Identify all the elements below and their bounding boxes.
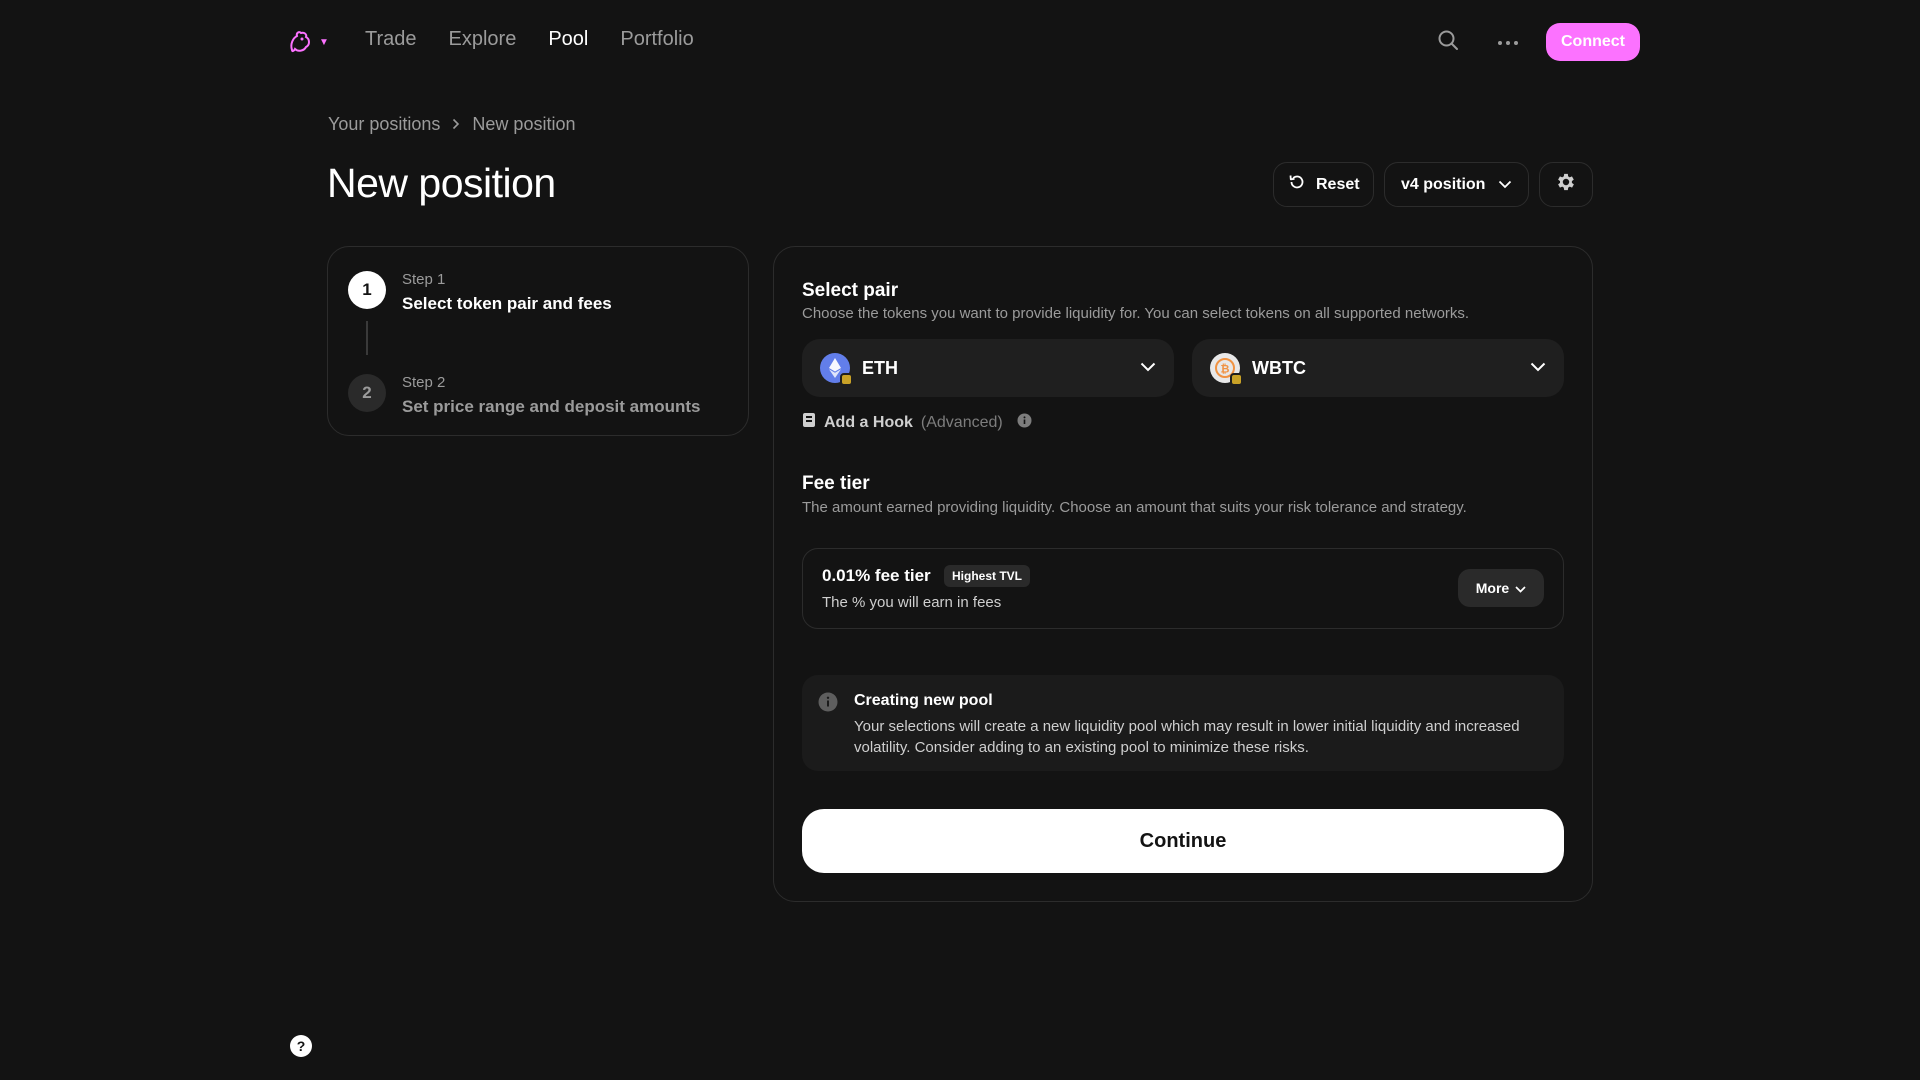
- wbtc-token-icon: ₿: [1210, 353, 1243, 386]
- step-connector: [366, 321, 368, 355]
- step-title: Select token pair and fees: [402, 294, 612, 313]
- chevron-down-icon: [1498, 176, 1512, 194]
- logo-menu[interactable]: ▼: [287, 30, 329, 54]
- position-version-dropdown[interactable]: v4 position: [1384, 162, 1529, 207]
- chevron-right-icon: [452, 114, 460, 135]
- hook-icon: [802, 412, 816, 433]
- settings-button[interactable]: [1539, 162, 1593, 207]
- nav-link-explore[interactable]: Explore: [449, 28, 517, 51]
- more-dots-icon: [1497, 33, 1519, 51]
- reset-icon: [1288, 173, 1306, 196]
- more-button[interactable]: [1492, 26, 1524, 58]
- step-label: Step 2: [402, 374, 446, 391]
- add-hook-advanced: (Advanced): [920, 413, 1003, 431]
- nav-link-trade[interactable]: Trade: [365, 28, 417, 51]
- network-badge-icon: [1230, 373, 1243, 386]
- steps-card: 1 Step 1 Select token pair and fees 2 St…: [327, 246, 749, 436]
- token-a-select[interactable]: ETH: [802, 339, 1174, 397]
- nav-link-portfolio[interactable]: Portfolio: [620, 28, 693, 51]
- token-b-symbol: WBTC: [1252, 357, 1306, 378]
- search-button[interactable]: [1432, 26, 1464, 58]
- position-version-label: v4 position: [1401, 175, 1486, 193]
- notice-title: Creating new pool: [854, 692, 993, 709]
- step-label: Step 1: [402, 271, 446, 288]
- info-icon[interactable]: [1017, 413, 1032, 433]
- help-button[interactable]: ?: [290, 1035, 312, 1057]
- top-nav: ▼ Trade Explore Pool Portfolio Connect: [0, 0, 1920, 84]
- search-icon: [1437, 29, 1459, 56]
- more-label: More: [1475, 580, 1510, 596]
- select-pair-title: Select pair: [802, 280, 899, 301]
- creating-new-pool-notice: Creating new pool Your selections will c…: [802, 675, 1564, 771]
- breadcrumb-your-positions[interactable]: Your positions: [328, 114, 440, 135]
- reset-button[interactable]: Reset: [1273, 162, 1374, 207]
- gear-icon: [1555, 171, 1577, 198]
- svg-text:₿: ₿: [1221, 363, 1230, 376]
- fee-tier-description: The amount earned providing liquidity. C…: [802, 499, 1467, 516]
- highest-tvl-badge: Highest TVL: [944, 565, 1031, 587]
- add-hook-label: Add a Hook: [824, 413, 913, 431]
- chevron-down-icon: [1530, 359, 1546, 377]
- step-title: Set price range and deposit amounts: [402, 397, 701, 416]
- fee-tier-more-button[interactable]: More: [1458, 569, 1544, 607]
- step-1: 1 Step 1 Select token pair and fees: [348, 271, 612, 314]
- header-actions: Reset v4 position: [1273, 162, 1593, 207]
- reset-label: Reset: [1316, 175, 1360, 193]
- fee-tier-title: Fee tier: [802, 473, 870, 494]
- step-number: 2: [348, 374, 386, 412]
- chevron-down-icon: ▼: [319, 36, 329, 48]
- notice-text: Your selections will create a new liquid…: [854, 718, 1520, 756]
- info-icon: [818, 692, 838, 717]
- nav-link-pool[interactable]: Pool: [548, 28, 588, 51]
- token-a-symbol: ETH: [862, 357, 898, 378]
- step-number: 1: [348, 271, 386, 309]
- connect-button[interactable]: Connect: [1546, 23, 1640, 61]
- chevron-down-icon: [1515, 580, 1526, 596]
- new-position-form: Select pair Choose the tokens you want t…: [773, 246, 1593, 902]
- breadcrumb-current: New position: [472, 114, 576, 134]
- network-badge-icon: [840, 373, 853, 386]
- page-title: New position: [327, 160, 556, 206]
- step-2: 2 Step 2 Set price range and deposit amo…: [348, 374, 701, 417]
- uniswap-unicorn-icon: [287, 30, 313, 54]
- token-b-select[interactable]: ₿ WBTC: [1192, 339, 1564, 397]
- fee-tier-subtext: The % you will earn in fees: [822, 594, 1002, 611]
- chevron-down-icon: [1140, 359, 1156, 377]
- continue-button[interactable]: Continue: [802, 809, 1564, 873]
- fee-tier-selector: 0.01% fee tier Highest TVL The % you wil…: [802, 548, 1564, 629]
- select-pair-description: Choose the tokens you want to provide li…: [802, 305, 1470, 322]
- fee-tier-selected: 0.01% fee tier: [822, 566, 931, 585]
- add-hook-button[interactable]: Add a Hook (Advanced): [802, 412, 1032, 433]
- eth-token-icon: [820, 353, 853, 386]
- breadcrumb: Your positions New position: [328, 114, 575, 135]
